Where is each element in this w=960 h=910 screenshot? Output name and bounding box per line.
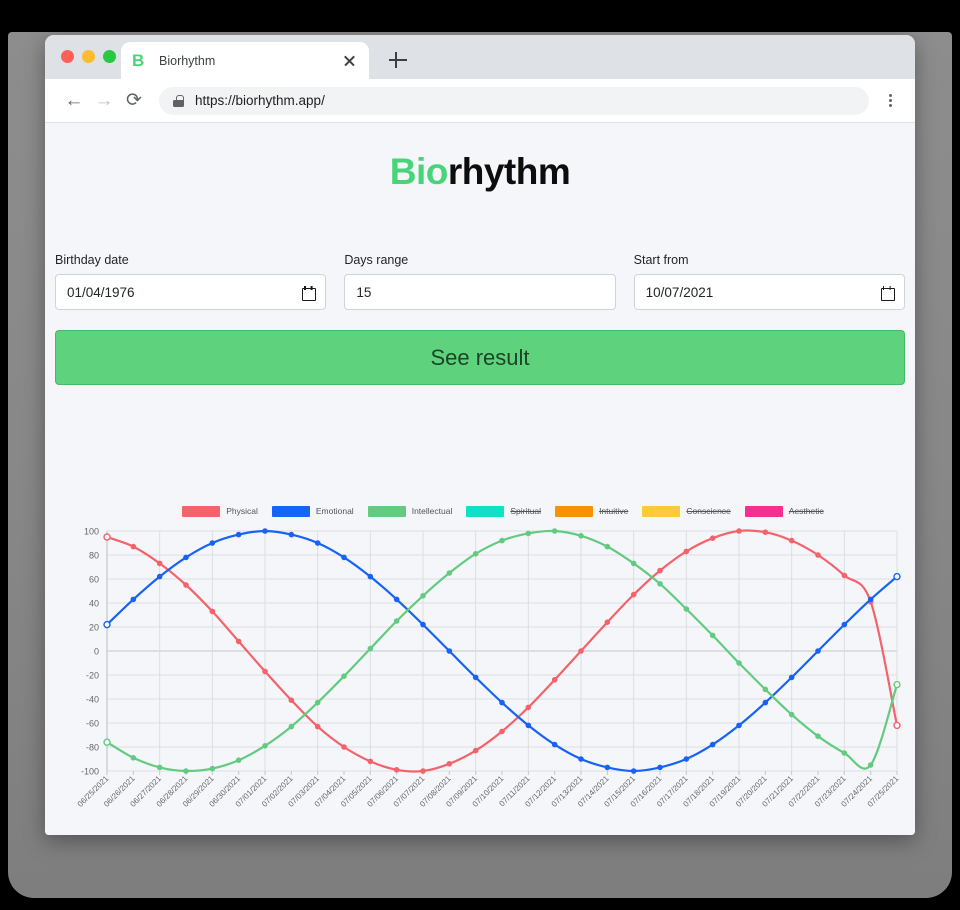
days-range-label: Days range — [344, 253, 409, 267]
calendar-icon[interactable] — [880, 285, 895, 301]
legend-label: Spiritual — [510, 506, 542, 516]
birthday-date-label: Birthday date — [55, 253, 129, 267]
new-tab-button[interactable] — [387, 49, 409, 71]
back-button[interactable]: ← — [59, 86, 89, 116]
legend-label: Intuitive — [599, 506, 629, 516]
chart-svg: 100806040200-20-40-60-80-10006/25/202106… — [76, 527, 901, 809]
svg-text:40: 40 — [89, 599, 99, 609]
page-title: Biorhythm — [45, 123, 915, 193]
svg-text:0: 0 — [94, 647, 99, 657]
forward-button[interactable]: → — [89, 86, 119, 116]
browser-tab-strip: B Biorhythm — [45, 35, 915, 79]
svg-text:-100: -100 — [81, 767, 99, 777]
legend-item-conscience[interactable]: Conscience — [642, 505, 731, 517]
birthday-date-value: 01/04/1976 — [67, 284, 135, 300]
legend-swatch-icon — [466, 505, 505, 517]
tab-title: Biorhythm — [159, 53, 216, 68]
legend-label: Aesthetic — [788, 506, 824, 516]
legend-swatch-icon — [271, 505, 310, 517]
legend-item-physical[interactable]: Physical — [182, 505, 258, 517]
reload-button[interactable]: ⟳ — [119, 86, 149, 116]
page-title-suffix: rhythm — [447, 151, 571, 192]
lock-icon — [173, 94, 184, 107]
favicon-icon: B — [132, 51, 145, 70]
page-content: Biorhythm Birthday date 01/04/1976 Days … — [45, 123, 915, 835]
birthday-date-input[interactable]: 01/04/1976 — [55, 274, 327, 310]
start-from-label: Start from — [633, 253, 689, 267]
field-birthday-date: Birthday date 01/04/1976 — [55, 253, 327, 310]
biorhythm-chart: Physical Emotional Intellectual Spiritual In… — [55, 503, 905, 833]
start-from-input[interactable]: 10/07/2021 — [633, 274, 905, 310]
browser-window: B Biorhythm ← → ⟳ https://biorhythm.app/… — [45, 35, 915, 835]
browser-menu-icon[interactable] — [879, 90, 901, 112]
field-days-range: Days range 15 — [344, 253, 616, 310]
svg-text:-60: -60 — [86, 719, 99, 729]
page-title-prefix: Bio — [389, 151, 449, 192]
svg-text:-80: -80 — [86, 743, 99, 753]
minimize-window-button[interactable] — [82, 50, 95, 63]
legend-label: Physical — [226, 506, 258, 516]
start-from-value: 10/07/2021 — [645, 284, 714, 300]
biorhythm-form: Birthday date 01/04/1976 Days range 15 S… — [45, 193, 915, 310]
days-range-input[interactable]: 15 — [344, 274, 616, 310]
legend-item-intellectual[interactable]: Intellectual — [367, 505, 453, 517]
see-result-button[interactable]: See result — [55, 330, 905, 385]
close-tab-icon[interactable] — [341, 52, 358, 69]
svg-text:20: 20 — [89, 623, 99, 633]
svg-text:-40: -40 — [86, 695, 99, 705]
legend-label: Conscience — [686, 506, 731, 516]
close-window-button[interactable] — [61, 50, 74, 63]
browser-tab[interactable]: B Biorhythm — [121, 42, 369, 79]
legend-item-aesthetic[interactable]: Aesthetic — [744, 505, 824, 517]
address-bar[interactable]: https://biorhythm.app/ — [159, 86, 869, 115]
field-start-from: Start from 10/07/2021 — [633, 253, 905, 310]
svg-text:-20: -20 — [86, 671, 99, 681]
chart-plot-area: 100 80 60 40 20 0 -20 -40 -60 -80 -100 06/25/2021 06… — [55, 523, 905, 823]
svg-text:80: 80 — [89, 551, 99, 561]
legend-item-intuitive[interactable]: Intuitive — [555, 505, 629, 517]
legend-swatch-icon — [367, 505, 406, 517]
browser-toolbar: ← → ⟳ https://biorhythm.app/ — [45, 79, 915, 123]
calendar-icon[interactable] — [302, 285, 317, 301]
window-controls — [61, 50, 116, 63]
days-range-value: 15 — [356, 284, 372, 300]
chart-legend: Physical Emotional Intellectual Spiritual In… — [55, 503, 905, 519]
legend-swatch-icon — [182, 505, 221, 517]
legend-swatch-icon — [642, 505, 681, 517]
legend-swatch-icon — [744, 505, 783, 517]
url-text: https://biorhythm.app/ — [195, 93, 325, 108]
maximize-window-button[interactable] — [103, 50, 116, 63]
svg-text:60: 60 — [89, 575, 99, 585]
legend-swatch-icon — [555, 505, 594, 517]
legend-label: Emotional — [315, 506, 354, 516]
legend-label: Intellectual — [411, 506, 453, 516]
legend-item-spiritual[interactable]: Spiritual — [466, 505, 542, 517]
svg-text:100: 100 — [84, 527, 99, 537]
legend-item-emotional[interactable]: Emotional — [271, 505, 354, 517]
